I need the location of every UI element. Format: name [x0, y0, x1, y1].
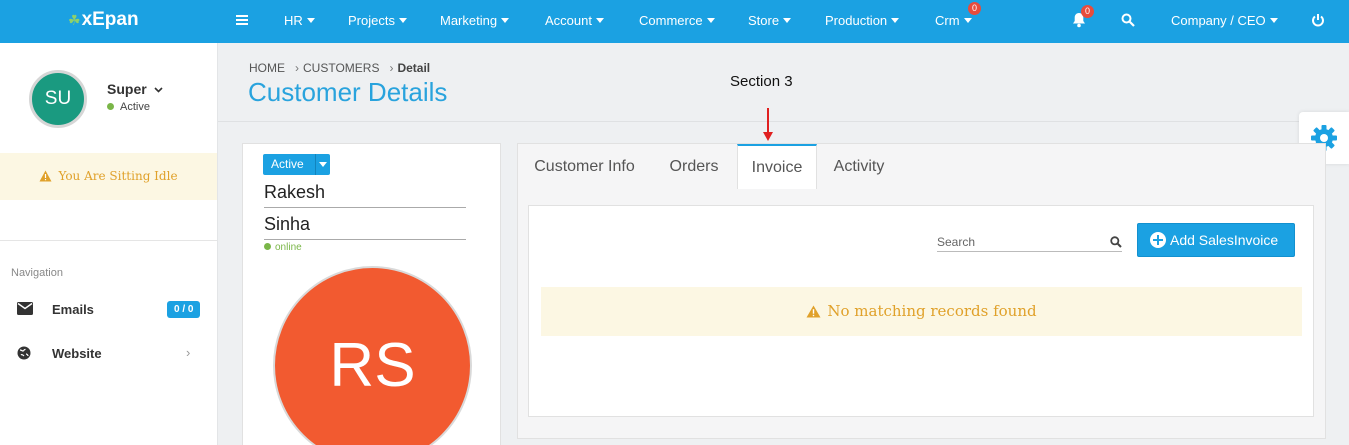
caret-down-icon [398, 18, 407, 23]
search-box [937, 233, 1122, 252]
presence-label: online [275, 242, 302, 253]
presence-dot [264, 243, 271, 250]
status-dot [107, 103, 114, 110]
tab-invoice[interactable]: Invoice [737, 144, 817, 189]
user-status-label: Active [120, 101, 150, 113]
nav-marketing[interactable]: Marketing [440, 13, 510, 28]
company-menu[interactable]: Company / CEO [1171, 13, 1278, 28]
breadcrumb: HOME › CUSTOMERS › Detail [249, 61, 430, 75]
sidebar-item-label: Emails [52, 302, 94, 317]
notification-badge: 0 [1081, 5, 1095, 18]
annotation-arrow-icon [763, 108, 773, 141]
user-menu[interactable]: Super [107, 81, 163, 97]
sidebar-item-emails[interactable]: Emails 0 / 0 [0, 295, 217, 325]
nav-production-label: Production [825, 13, 888, 28]
power-icon[interactable] [1311, 13, 1325, 32]
hamburger-menu-icon[interactable] [236, 15, 248, 25]
envelope-icon [17, 302, 33, 320]
search-icon[interactable] [1110, 236, 1122, 248]
divider [0, 240, 217, 241]
caret-down-icon [1269, 18, 1278, 23]
chevron-down-icon [154, 87, 163, 93]
breadcrumb-detail: Detail [397, 61, 431, 75]
caret-down-icon [501, 18, 510, 23]
plus-circle-icon [1150, 232, 1166, 248]
breadcrumb-separator-icon: › [295, 61, 299, 75]
search-input[interactable] [937, 233, 1107, 251]
nav-hr-label: HR [284, 13, 303, 28]
user-avatar[interactable]: SU [29, 70, 87, 128]
caret-down-icon [891, 18, 900, 23]
nav-projects-label: Projects [348, 13, 395, 28]
status-label: Active [271, 157, 304, 171]
nav-store[interactable]: Store [748, 13, 792, 28]
nav-production[interactable]: Production [825, 13, 900, 28]
caret-down-icon [595, 18, 604, 23]
add-button-label: Add SalesInvoice [1170, 232, 1279, 248]
leaf-icon: ☘ [68, 12, 81, 28]
nav-account[interactable]: Account [545, 13, 604, 28]
last-name-field[interactable]: Sinha [264, 209, 466, 240]
caret-down-icon [319, 162, 327, 167]
customer-tabs-card: Customer Info Orders Invoice Activity Ad… [517, 143, 1326, 439]
crm-badge: 0 [968, 2, 982, 15]
warning-icon [806, 305, 821, 318]
user-status: Active [107, 101, 150, 113]
caret-down-icon [706, 18, 715, 23]
email-count-badge: 0 / 0 [167, 301, 201, 318]
sidebar: SU Super Active You Are Sitting Idle Nav… [0, 43, 218, 445]
nav-crm[interactable]: Crm [935, 13, 972, 28]
idle-alert: You Are Sitting Idle [0, 153, 217, 200]
caret-down-icon [783, 18, 792, 23]
tab-orders[interactable]: Orders [651, 144, 737, 188]
tab-customer-info[interactable]: Customer Info [518, 144, 651, 188]
tab-activity[interactable]: Activity [817, 144, 901, 188]
chevron-right-icon: › [186, 345, 191, 360]
top-navbar: ☘xEpan HR Projects Marketing Account Com… [0, 0, 1349, 43]
presence-status: online [264, 242, 302, 253]
sidebar-item-label: Website [52, 346, 102, 361]
empty-state-message: No matching records found [827, 302, 1037, 320]
add-sales-invoice-button[interactable]: Add SalesInvoice [1137, 223, 1295, 257]
user-name: Super [107, 81, 147, 97]
empty-state-alert: No matching records found [541, 287, 1302, 336]
nav-crm-label: Crm [935, 13, 960, 28]
breadcrumb-home[interactable]: HOME [249, 61, 285, 75]
nav-projects[interactable]: Projects [348, 13, 407, 28]
invoice-panel: Add SalesInvoice No matching records fou… [528, 205, 1314, 417]
idle-message: You Are Sitting Idle [58, 169, 178, 183]
sidebar-item-website[interactable]: Website › [0, 339, 217, 369]
nav-hr[interactable]: HR [284, 13, 315, 28]
nav-marketing-label: Marketing [440, 13, 498, 28]
customer-avatar[interactable]: RS [273, 266, 472, 445]
company-menu-label: Company / CEO [1171, 13, 1266, 28]
warning-icon [39, 170, 52, 182]
nav-account-label: Account [545, 13, 592, 28]
breadcrumb-separator-icon: › [389, 61, 394, 75]
annotation-label: Section 3 [730, 73, 793, 90]
brand-logo[interactable]: ☘xEpan [68, 9, 139, 31]
nav-store-label: Store [748, 13, 780, 28]
globe-icon [17, 346, 31, 365]
divider [315, 154, 316, 175]
search-icon[interactable] [1121, 13, 1135, 32]
customer-profile-card: Active Rakesh Sinha online RS [242, 143, 501, 445]
nav-title: Navigation [11, 267, 63, 279]
status-dropdown-button[interactable]: Active [263, 154, 330, 175]
nav-commerce-label: Commerce [639, 13, 703, 28]
breadcrumb-customers[interactable]: CUSTOMERS [303, 61, 379, 75]
nav-commerce[interactable]: Commerce [639, 13, 715, 28]
page-title: Customer Details [248, 77, 448, 107]
first-name-field[interactable]: Rakesh [264, 177, 466, 208]
caret-down-icon [306, 18, 315, 23]
caret-down-icon [963, 18, 972, 23]
header-divider [218, 121, 1349, 122]
brand-name: xEpan [81, 9, 139, 30]
